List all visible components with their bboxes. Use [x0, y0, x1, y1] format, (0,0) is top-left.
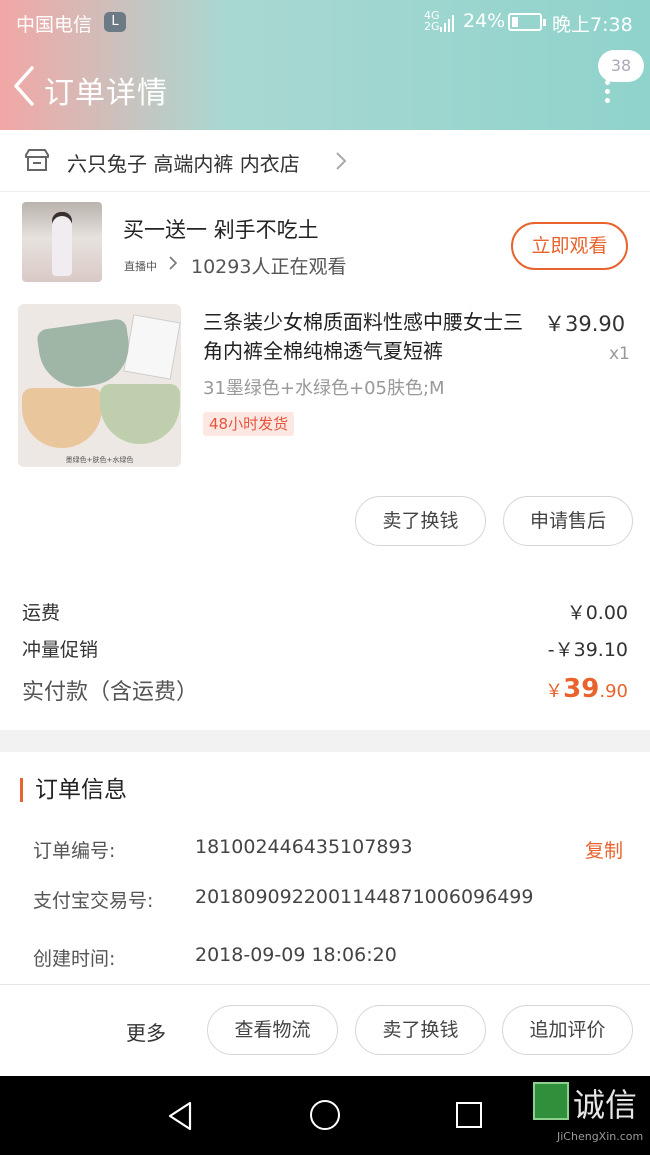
system-home-icon[interactable]: [310, 1100, 340, 1130]
battery-icon: [508, 13, 546, 31]
watermark-icon: [533, 1082, 569, 1120]
signal-icon: [440, 12, 454, 32]
add-review-button[interactable]: 追加评价: [502, 1005, 633, 1055]
carrier-name: 中国电信: [16, 14, 93, 36]
shipping-fee-row: 运费 ￥0.00: [0, 598, 650, 634]
view-logistics-button[interactable]: 查看物流: [207, 1005, 338, 1055]
promo-label: 冲量促销: [22, 639, 99, 661]
shop-name: 六只兔子 高端内裤 内衣店: [67, 152, 300, 176]
live-stream-thumbnail: [22, 202, 102, 282]
total-row: 实付款（含运费） ￥39.90: [0, 674, 650, 710]
battery-fill: [512, 17, 518, 27]
created-time-value: 2018-09-09 18:06:20: [195, 944, 397, 966]
product-price: ￥39.90: [544, 312, 626, 336]
created-time-label: 创建时间:: [33, 948, 116, 970]
shipping-tag: 48小时发货: [203, 412, 295, 436]
order-number-value: 1810024464351078​93: [195, 836, 413, 858]
battery-percent: 24%: [463, 10, 506, 32]
watermark-logo: 诚信 JiChengXin.com: [533, 1080, 648, 1152]
watch-now-button[interactable]: 立即观看: [511, 222, 628, 270]
order-info-heading: 订单信息: [20, 778, 127, 802]
total-value: ￥39.90: [545, 674, 628, 704]
more-button[interactable]: 更多: [126, 1017, 166, 1046]
shipping-fee-label: 运费: [22, 602, 61, 624]
system-recents-icon[interactable]: [456, 1102, 482, 1128]
order-info-card: 订单信息 订单编号: 1810024464351078​93 复制 支付宝交易号…: [0, 752, 650, 984]
promo-value: -￥39.10: [547, 639, 628, 661]
copy-button[interactable]: 复制: [585, 836, 623, 863]
bottom-action-bar: 更多 查看物流 卖了换钱 追加评价: [0, 984, 650, 1076]
shop-icon: [25, 149, 49, 171]
shop-row[interactable]: 六只兔子 高端内裤 内衣店: [0, 130, 650, 192]
shipping-fee-value: ￥0.00: [566, 602, 628, 624]
chevron-right-icon: [169, 256, 178, 270]
live-stream-title: 买一送一 剁手不吃土: [123, 218, 319, 242]
alipay-label: 支付宝交易号:: [33, 890, 154, 912]
product-quantity: x1: [609, 344, 630, 364]
live-status-tag: 直播中: [124, 260, 157, 273]
promo-row: 冲量促销 -￥39.10: [0, 635, 650, 671]
after-sale-button[interactable]: 申请售后: [503, 496, 633, 546]
alipay-value: 2018090922001144871006096499: [195, 886, 534, 908]
carrier-app-icon: L: [104, 12, 126, 32]
status-bar: 中国电信 L 4G 2G 24% 晚上7:38: [0, 0, 650, 44]
product-sku: 31墨绿色+水绿色+05肤色;M: [203, 378, 445, 399]
clock: 晚上7:38: [552, 14, 633, 36]
product-row[interactable]: 墨绿色+肤色+水绿色 三条装少女棉质面料性感中腰女士三角内裤全棉纯棉透气夏短裤 …: [0, 302, 650, 474]
viewer-count: 10293人正在观看: [191, 256, 347, 278]
live-stream-row[interactable]: 买一送一 剁手不吃土 直播中 10293人正在观看 立即观看: [0, 192, 650, 292]
chevron-right-icon: [336, 152, 347, 170]
nav-bar: 订单详情 38: [0, 44, 650, 130]
sell-button-bottom[interactable]: 卖了换钱: [355, 1005, 486, 1055]
watermark-url: JiChengXin.com: [557, 1130, 644, 1143]
sell-button[interactable]: 卖了换钱: [355, 496, 486, 546]
product-title: 三条装少女棉质面料性感中腰女士三角内裤全棉纯棉透气夏短裤: [203, 310, 523, 363]
network-type: 4G 2G: [424, 9, 440, 33]
total-label: 实付款（含运费）: [22, 680, 199, 705]
message-count-badge[interactable]: 38: [598, 50, 644, 82]
system-back-icon[interactable]: [166, 1100, 194, 1132]
order-item-card: 六只兔子 高端内裤 内衣店 买一送一 剁手不吃土 直播中 10293人正在观看 …: [0, 130, 650, 730]
back-arrow-icon[interactable]: [10, 64, 40, 108]
page-title: 订单详情: [44, 76, 168, 111]
watermark-text: 诚信: [573, 1086, 638, 1124]
product-image: 墨绿色+肤色+水绿色: [18, 304, 181, 467]
product-image-caption: 墨绿色+肤色+水绿色: [65, 456, 134, 464]
more-menu-icon[interactable]: [602, 80, 612, 104]
order-number-label: 订单编号:: [33, 840, 116, 862]
